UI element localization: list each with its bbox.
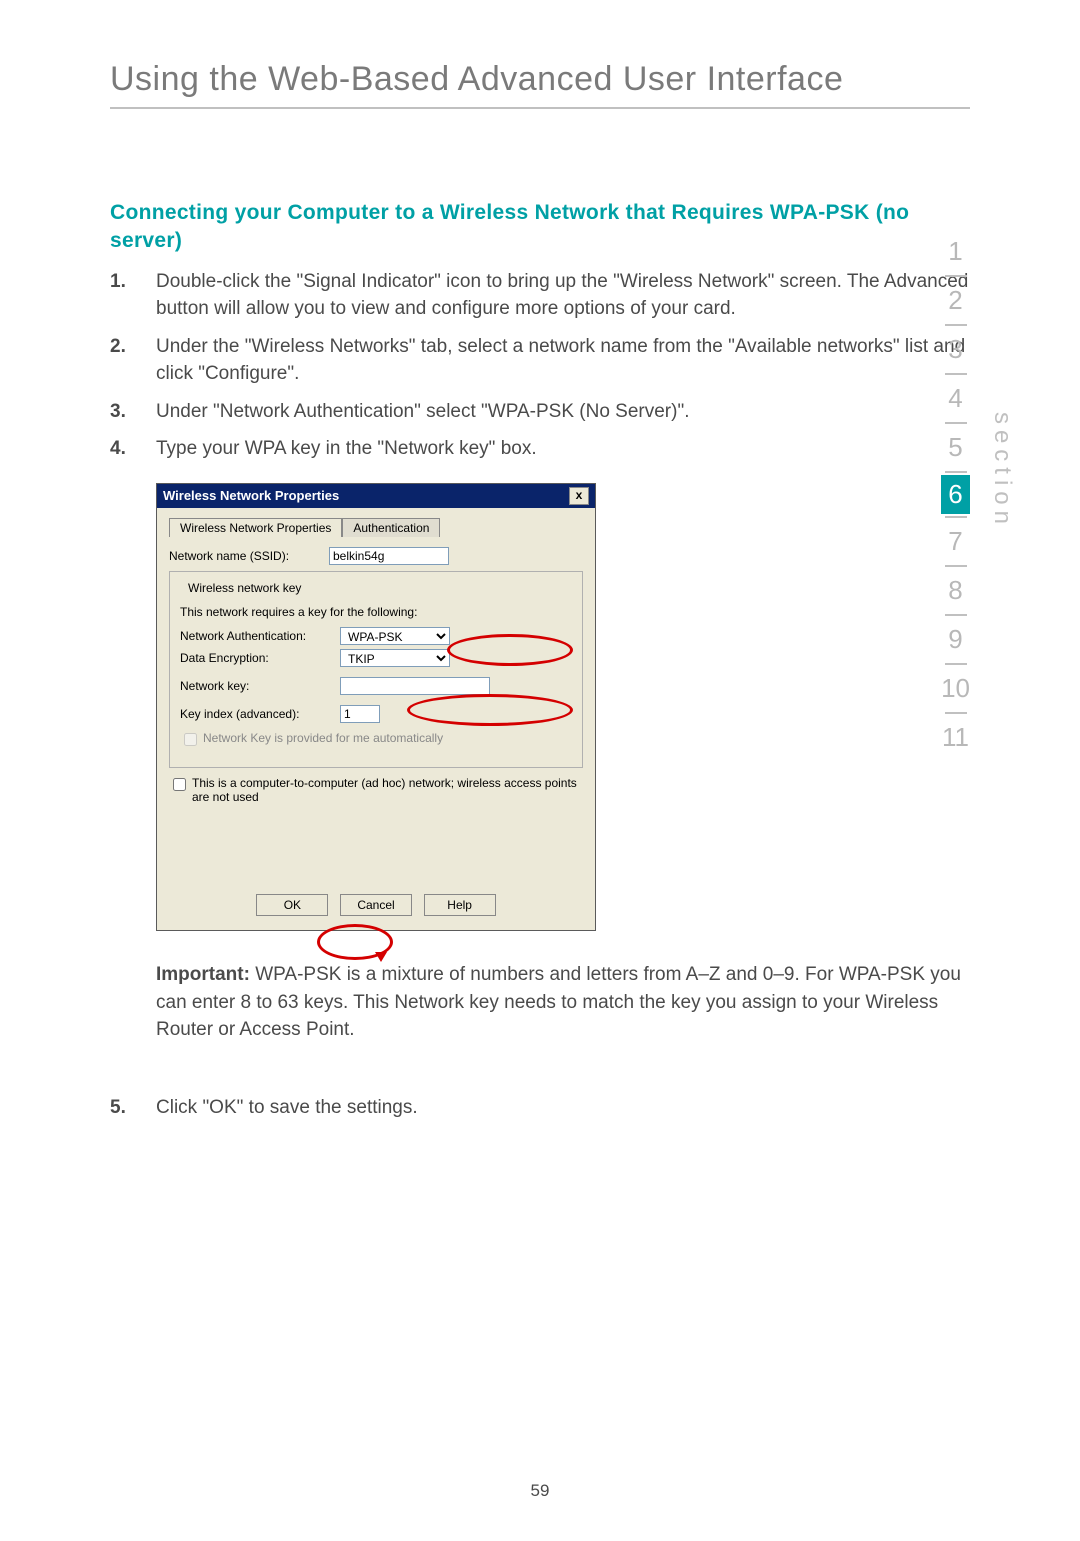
step-2: 2.Under the "Wireless Networks" tab, sel… [110,333,970,388]
section-nav-separator [945,565,967,567]
step-text: Type your WPA key in the "Network key" b… [156,435,970,463]
key-index-input[interactable] [340,705,380,723]
section-subtitle: Connecting your Computer to a Wireless N… [110,199,970,256]
step-number: 5. [110,1094,156,1122]
step-5: 5.Click "OK" to save the settings. [110,1094,970,1122]
section-nav-separator [945,275,967,277]
section-nav-separator [945,324,967,326]
step-1: 1.Double-click the "Signal Indicator" ic… [110,268,970,323]
ssid-input[interactable] [329,547,449,565]
adhoc-label: This is a computer-to-computer (ad hoc) … [192,776,583,804]
auth-label: Network Authentication: [180,629,340,643]
section-nav-item-8[interactable]: 8 [941,569,970,612]
section-nav-separator [945,373,967,375]
ok-button[interactable]: OK [256,894,328,916]
dialog-title: Wireless Network Properties [163,488,339,503]
network-key-label: Network key: [180,679,340,693]
adhoc-checkbox-row: This is a computer-to-computer (ad hoc) … [169,776,583,804]
steps-list-1: 1.Double-click the "Signal Indicator" ic… [110,268,970,463]
section-label: section [988,412,1016,530]
step-text: Under "Network Authentication" select "W… [156,398,970,426]
step-number: 2. [110,333,156,388]
network-key-input[interactable] [340,677,490,695]
encryption-label: Data Encryption: [180,651,340,665]
section-nav-separator [945,422,967,424]
help-button[interactable]: Help [424,894,496,916]
section-nav-item-11[interactable]: 11 [941,716,970,759]
important-note: Important: WPA-PSK is a mixture of numbe… [156,961,970,1044]
dialog-tabs: Wireless Network Properties Authenticati… [169,518,583,537]
section-nav-item-2[interactable]: 2 [941,279,970,322]
key-index-label: Key index (advanced): [180,707,340,721]
section-nav-item-7[interactable]: 7 [941,520,970,563]
step-3: 3.Under "Network Authentication" select … [110,398,970,426]
tab-wireless-properties[interactable]: Wireless Network Properties [169,518,342,537]
section-nav: 1 2 3 4 5 6 7 8 9 10 11 [941,230,970,759]
wireless-properties-dialog: Wireless Network Properties x Wireless N… [156,483,596,931]
fieldset-legend: Wireless network key [184,581,305,595]
chapter-underline [110,107,970,109]
auto-key-checkbox [184,733,197,746]
cancel-button[interactable]: Cancel [340,894,412,916]
step-text: Click "OK" to save the settings. [156,1094,970,1122]
section-nav-separator [945,471,967,473]
step-4: 4.Type your WPA key in the "Network key"… [110,435,970,463]
step-number: 4. [110,435,156,463]
section-nav-item-9[interactable]: 9 [941,618,970,661]
auto-key-checkbox-row: Network Key is provided for me automatic… [180,731,572,749]
adhoc-checkbox[interactable] [173,778,186,791]
step-number: 1. [110,268,156,323]
important-label: Important: [156,964,250,985]
section-nav-item-6[interactable]: 6 [941,475,970,514]
tab-authentication[interactable]: Authentication [342,518,440,537]
auto-key-label: Network Key is provided for me automatic… [203,731,443,745]
step-number: 3. [110,398,156,426]
page-number: 59 [0,1481,1080,1501]
close-icon[interactable]: x [569,487,589,505]
section-nav-separator [945,516,967,518]
section-nav-item-5[interactable]: 5 [941,426,970,469]
dialog-titlebar: Wireless Network Properties x [157,484,595,508]
step-text: Under the "Wireless Networks" tab, selec… [156,333,970,388]
section-nav-separator [945,712,967,714]
dialog-screenshot: Wireless Network Properties x Wireless N… [156,483,970,931]
chapter-title: Using the Web-Based Advanced User Interf… [110,60,970,99]
encryption-select[interactable]: TKIP [340,649,450,667]
section-nav-item-4[interactable]: 4 [941,377,970,420]
section-nav-item-3[interactable]: 3 [941,328,970,371]
steps-list-2: 5.Click "OK" to save the settings. [110,1094,970,1122]
step-text: Double-click the "Signal Indicator" icon… [156,268,970,323]
auth-select[interactable]: WPA-PSK [340,627,450,645]
section-nav-separator [945,614,967,616]
important-text: WPA-PSK is a mixture of numbers and lett… [156,964,961,1040]
highlight-arrow-icon [375,952,387,962]
wireless-key-fieldset: Wireless network key This network requir… [169,571,583,768]
section-nav-separator [945,663,967,665]
ssid-label: Network name (SSID): [169,549,329,563]
dialog-buttons: OK Cancel Help [169,894,583,916]
section-nav-item-10[interactable]: 10 [941,667,970,710]
fieldset-hint: This network requires a key for the foll… [180,605,572,619]
section-nav-item-1[interactable]: 1 [941,230,970,273]
